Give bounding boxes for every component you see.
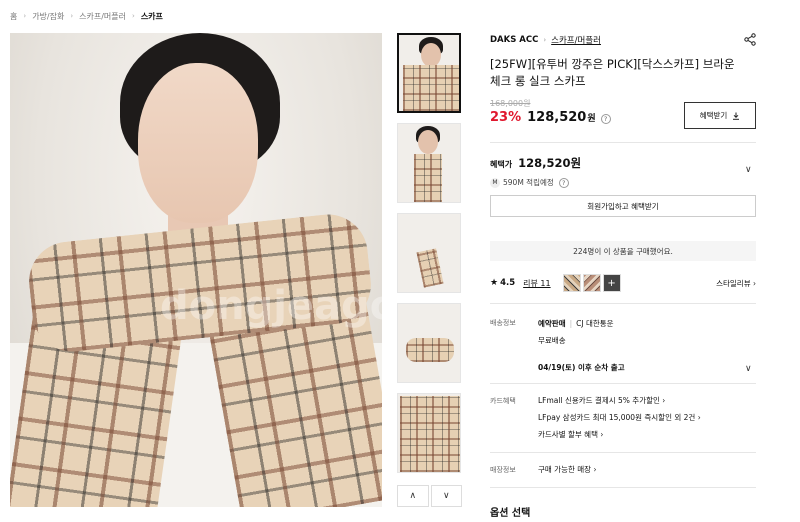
main-product-image[interactable]: dongjeago: [10, 33, 382, 507]
star-icon: ★: [490, 278, 499, 288]
thumbnail-4[interactable]: [397, 303, 461, 383]
options-title: 옵션 선택: [490, 508, 531, 519]
store-section: 매장정보 구매 가능한 매장 ›: [490, 461, 756, 478]
points-text: 590M 적립예정: [503, 178, 554, 187]
card-benefit-item[interactable]: 카드사별 할부 혜택 ›: [538, 426, 756, 443]
breadcrumb-current: 스카프: [140, 11, 163, 21]
shipping-fee: 무료배송: [538, 336, 566, 345]
card-benefit-item[interactable]: LFmall 신용카드 결제시 5% 추가할인 ›: [538, 392, 756, 409]
sale-price: 128,520: [527, 110, 587, 125]
benefit-section: 혜택가 128,520원 M 590M 적립예정 ?: [490, 155, 756, 188]
thumbnail-2[interactable]: [397, 123, 461, 203]
benefit-price: 128,520원: [518, 156, 582, 170]
price-unit: 원: [587, 114, 596, 124]
review-rating: 4.5: [500, 278, 516, 288]
review-photo-thumbnail[interactable]: [582, 274, 601, 292]
thumbnail-list: [397, 33, 462, 483]
card-benefit-label: 카드혜택: [490, 397, 516, 405]
shipping-section: 배송정보 예약판매 | CJ 대한통운 무료배송 04/19(토) 이후 순차 …: [490, 315, 756, 375]
brand-category-link[interactable]: 스카프/머플러: [551, 34, 601, 46]
divider: [490, 383, 756, 384]
chevron-right-icon: ›: [70, 12, 74, 20]
thumbnail-3[interactable]: [397, 213, 461, 293]
product-info: DAKS ACC › 스카프/머플러 [25FW][유투버 깡주은 PICK][…: [490, 33, 756, 129]
shipping-date: 04/19(토) 이후 순차 출고: [538, 363, 625, 372]
coupon-button-label: 혜택받기: [699, 111, 728, 120]
coupon-button[interactable]: 혜택받기: [684, 102, 756, 129]
style-review-link[interactable]: 스타일리뷰 ›: [716, 278, 756, 289]
divider: [490, 142, 756, 143]
shipping-carrier: CJ 대한통운: [576, 319, 614, 328]
breadcrumb: 홈 › 가방/잡화 › 스카프/머플러 › 스카프: [10, 10, 163, 22]
thumbnail-5[interactable]: [397, 393, 461, 473]
store-link[interactable]: 구매 가능한 매장 ›: [538, 461, 756, 478]
help-icon[interactable]: ?: [600, 114, 611, 124]
divider: [490, 452, 756, 453]
review-photo-thumbnail[interactable]: [562, 274, 581, 292]
chevron-right-icon: ›: [543, 36, 547, 44]
mileage-badge-icon: M: [490, 177, 500, 188]
divider: [490, 303, 756, 304]
watermark: dongjeago: [160, 283, 382, 329]
brand-row: DAKS ACC › 스카프/머플러: [490, 33, 756, 47]
benefit-label: 혜택가: [490, 160, 513, 169]
thumbnail-nav: ∧ ∨: [397, 485, 462, 507]
shipping-label: 배송정보: [490, 319, 516, 327]
buyers-count-banner: 224명이 이 상품을 구매했어요.: [490, 241, 756, 261]
card-benefit-item[interactable]: LFpay 삼성카드 최대 15,000원 즉시할인 외 2건 ›: [538, 409, 756, 426]
chevron-down-icon[interactable]: ∨: [745, 364, 752, 374]
store-label: 매장정보: [490, 466, 516, 474]
breadcrumb-scarf-muffler[interactable]: 스카프/머플러: [79, 11, 126, 22]
share-icon[interactable]: [744, 33, 756, 46]
shipping-type: 예약판매: [538, 319, 566, 328]
download-icon: [733, 112, 740, 120]
brand-name[interactable]: DAKS ACC: [490, 35, 538, 45]
review-count-link[interactable]: 리뷰 11: [523, 278, 550, 289]
thumbnail-down-button[interactable]: ∨: [430, 485, 462, 507]
join-benefit-button[interactable]: 회원가입하고 혜택받기: [490, 195, 756, 217]
chevron-right-icon: ›: [132, 12, 135, 20]
thumbnail-1[interactable]: [397, 33, 461, 113]
breadcrumb-bags[interactable]: 가방/잡화: [32, 11, 64, 22]
review-more-icon[interactable]: +: [602, 274, 621, 292]
discount-rate: 23%: [490, 110, 522, 125]
points-row: M 590M 적립예정 ?: [490, 177, 756, 188]
model-face: [138, 63, 258, 223]
review-row: ★ 4.5 리뷰 11 + 스타일리뷰 ›: [490, 272, 756, 294]
chevron-right-icon: ›: [23, 12, 27, 20]
help-icon[interactable]: ?: [558, 177, 569, 188]
divider: [490, 487, 756, 488]
card-benefit-section: 카드혜택 LFmall 신용카드 결제시 5% 추가할인 › LFpay 삼성카…: [490, 392, 756, 448]
product-title: [25FW][유투버 깡주은 PICK][닥스스카프] 브라운 체크 롱 실크 …: [490, 57, 735, 88]
breadcrumb-home[interactable]: 홈: [10, 11, 17, 22]
thumbnail-up-button[interactable]: ∧: [397, 485, 429, 507]
chevron-down-icon[interactable]: ∨: [745, 165, 752, 175]
